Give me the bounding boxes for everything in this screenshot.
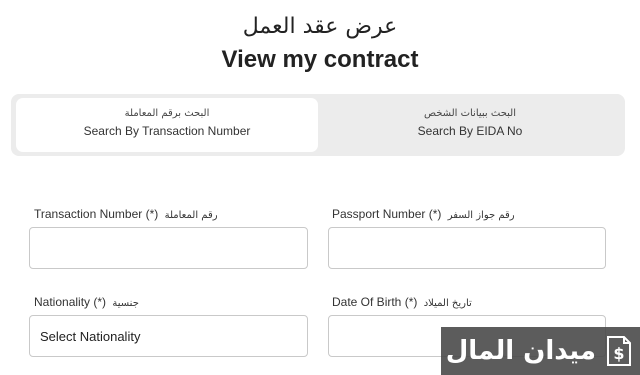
- label-text: Nationality (*): [34, 295, 107, 309]
- search-mode-tabs: البحث برقم المعاملة Search By Transactio…: [11, 94, 625, 156]
- label-text-arabic: تاريخ الميلاد: [423, 298, 472, 309]
- date-of-birth-label: Date Of Birth (*) تاريخ الميلاد: [332, 295, 472, 309]
- watermark-logo: ميدان المال $: [441, 327, 640, 375]
- dollar-document-icon: $: [607, 336, 631, 366]
- transaction-number-label: Transaction Number (*) رقم المعاملة: [34, 207, 218, 221]
- page-title-arabic: عرض عقد العمل: [242, 14, 398, 39]
- nationality-label: Nationality (*) جنسية: [34, 295, 139, 309]
- tab-label-arabic: البحث ببيانات الشخص: [423, 108, 517, 119]
- svg-text:$: $: [613, 344, 624, 363]
- tab-search-by-transaction-number[interactable]: البحث برقم المعاملة Search By Transactio…: [16, 98, 318, 152]
- tab-label-arabic: البحث برقم المعاملة: [124, 108, 210, 119]
- transaction-number-input[interactable]: [29, 227, 308, 269]
- passport-number-label: Passport Number (*) رقم جواز السفر: [332, 207, 515, 221]
- passport-number-input[interactable]: [328, 227, 606, 269]
- label-text-arabic: جنسية: [112, 298, 139, 309]
- label-text: Date Of Birth (*): [332, 295, 418, 309]
- tab-label: Search By Transaction Number: [83, 124, 251, 138]
- label-text-arabic: رقم جواز السفر: [447, 210, 515, 221]
- label-text: Passport Number (*): [332, 207, 442, 221]
- nationality-select[interactable]: Select Nationality: [29, 315, 308, 357]
- label-text: Transaction Number (*): [34, 207, 159, 221]
- label-text-arabic: رقم المعاملة: [164, 210, 218, 221]
- tab-search-by-eida[interactable]: البحث ببيانات الشخص Search By EIDA No: [319, 98, 621, 152]
- watermark-text: ميدان المال: [445, 336, 596, 366]
- page-title: View my contract: [221, 46, 419, 73]
- tab-label: Search By EIDA No: [417, 124, 523, 138]
- nationality-selected-value: Select Nationality: [40, 329, 141, 344]
